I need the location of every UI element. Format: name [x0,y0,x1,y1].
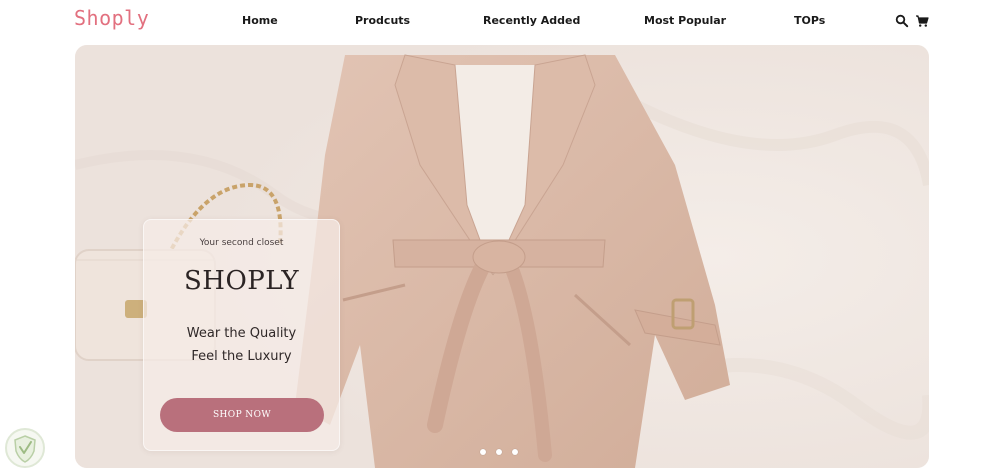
nav-products[interactable]: Prodcuts [355,14,410,27]
hero-title: SHOPLY [183,266,300,296]
corner-shield-badge [3,426,47,470]
cart-icon[interactable] [915,13,929,27]
nav-recently-added[interactable]: Recently Added [483,14,580,27]
brand-logo[interactable]: Shoply [74,6,149,30]
carousel-dot-2[interactable] [496,449,502,455]
nav-home[interactable]: Home [242,14,278,27]
carousel-dot-3[interactable] [512,449,518,455]
hero-line-2: Feel the Luxury [191,349,292,364]
carousel-dots [480,449,524,457]
hero-text-card: Your second closet SHOPLY Wear the Quali… [143,219,340,451]
nav-most-popular[interactable]: Most Popular [644,14,726,27]
nav-tops[interactable]: TOPs [794,14,825,27]
top-navigation-bar: Shoply Home Prodcuts Recently Added Most… [0,0,1000,44]
carousel-dot-1[interactable] [480,449,486,455]
hero-tagline: Your second closet [199,238,284,248]
shop-now-button[interactable]: SHOP NOW [160,398,324,432]
hero-line-1: Wear the Quality [186,326,297,341]
search-icon[interactable] [895,13,909,28]
